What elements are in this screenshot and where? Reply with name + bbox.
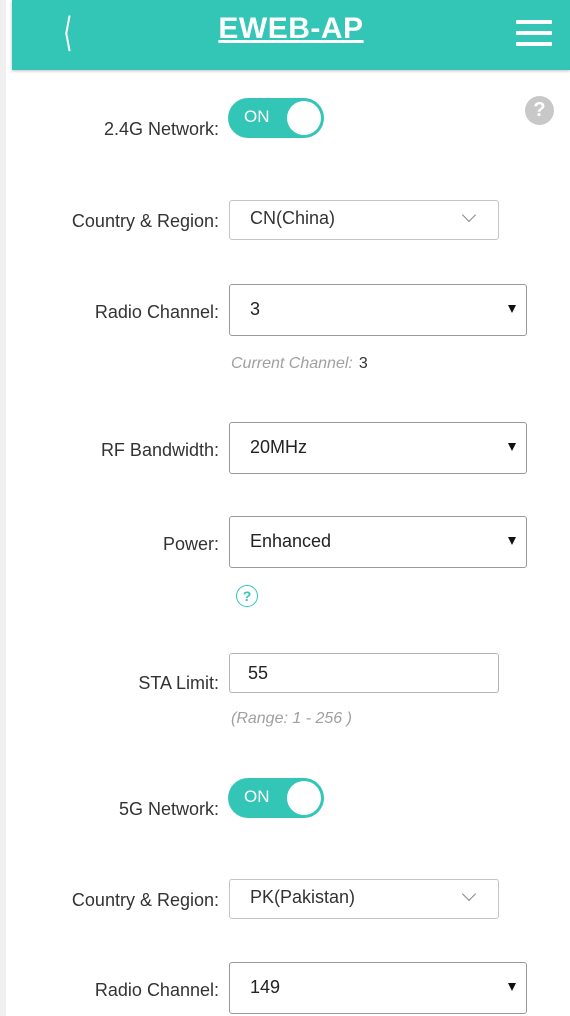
country-24g-value: CN(China) [250,208,336,228]
country-24g-select[interactable]: CN(China) [229,200,499,240]
chevron-down-icon [461,207,477,223]
country-5g-value: PK(Pakistan) [250,887,356,907]
toggle-knob [287,781,321,815]
bandwidth-24g-label: RF Bandwidth: [100,440,219,460]
chevron-down-icon [461,886,477,902]
sta-limit-value: 55 [248,663,269,683]
channel-24g-value: 3 [250,299,261,319]
sta-range-hint: (Range: 1 - 256 ) [231,710,352,727]
channel-5g-select[interactable]: 149 [229,962,527,1014]
current-channel-hint: Current Channel: 3 [231,355,368,373]
sta-limit-label: STA Limit: [138,673,219,693]
country-5g-label: Country & Region: [71,890,219,910]
channel-5g-value: 149 [250,977,281,997]
sta-limit-input[interactable]: 55 [229,653,499,693]
caret-down-icon [508,305,516,313]
channel-24g-select[interactable]: 3 [229,284,527,336]
caret-down-icon [508,443,516,451]
channel-5g-label: Radio Channel: [94,980,219,1000]
toggle-state-text: ON [244,107,270,126]
network-5g-label: 5G Network: [118,799,219,819]
network-24g-toggle[interactable]: ON [228,98,324,138]
power-24g-label: Power: [162,534,219,554]
caret-down-icon [508,983,516,991]
current-channel-value: 3 [358,355,368,372]
country-24g-label: Country & Region: [71,211,219,231]
toggle-knob [287,101,321,135]
bandwidth-24g-select[interactable]: 20MHz [229,422,527,474]
channel-24g-label: Radio Channel: [94,302,219,322]
toggle-state-text: ON [244,787,270,806]
page-title: EWEB-AP [218,12,364,45]
hamburger-menu-icon[interactable] [516,20,552,46]
network-24g-label: 2.4G Network: [103,119,219,139]
power-24g-value: Enhanced [250,531,332,551]
network-5g-toggle[interactable]: ON [228,778,324,818]
help-icon[interactable]: ? [525,96,554,125]
caret-down-icon [508,537,516,545]
power-help-icon[interactable]: ? [236,585,258,607]
country-5g-select[interactable]: PK(Pakistan) [229,879,499,919]
bandwidth-24g-value: 20MHz [250,437,308,457]
top-bar: ⟨ EWEB-AP [12,0,570,70]
left-border [0,0,6,1016]
current-channel-label: Current Channel: [231,355,353,372]
power-24g-select[interactable]: Enhanced [229,516,527,568]
